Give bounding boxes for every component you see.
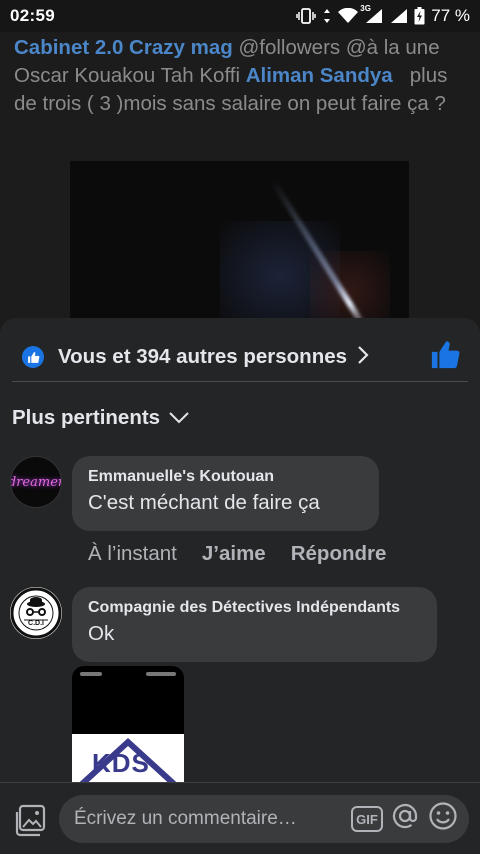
screenshot-status-bar (80, 672, 176, 678)
sort-label: Plus pertinents (12, 406, 161, 429)
post-mention-page[interactable]: Cabinet 2.0 Crazy mag (14, 36, 233, 59)
battery-percent: 77 % (431, 6, 470, 25)
network-type-label: 3G (360, 4, 371, 13)
vibrate-icon (296, 8, 316, 24)
composer-actions: GIF (351, 795, 459, 843)
comment-like-button[interactable]: J’aime (202, 542, 266, 566)
chevron-down-icon (169, 412, 189, 424)
reactions-summary[interactable]: Vous et 394 autres personnes (22, 340, 460, 374)
comment-text: Ok (88, 622, 115, 645)
like-reaction-icon (22, 346, 44, 368)
signal-3g-icon: 3G (360, 4, 384, 24)
divider (12, 381, 468, 382)
mention-icon[interactable] (389, 800, 421, 838)
reactions-count-text: Vous et 394 autres personnes (58, 345, 348, 368)
avatar[interactable]: dreamer (10, 456, 62, 508)
screen: 02:59 3G 77 % Cabinet 2.0 Crazy mag @fol… (0, 0, 480, 854)
comment-bubble[interactable]: Emmanuelle's Koutouan C'est méchant de f… (72, 456, 379, 531)
wifi-icon (338, 8, 359, 24)
post-image[interactable] (70, 161, 409, 331)
kds-logo-text: KDS (92, 748, 150, 778)
emoji-icon[interactable] (427, 800, 459, 838)
comment-bubble[interactable]: Compagnie des Détectives Indépendants Ok (72, 587, 437, 662)
sort-dropdown[interactable]: Plus pertinents (12, 406, 190, 430)
signal-icon (390, 8, 408, 24)
comment-actions: À l’instant J’aime Répondre (88, 542, 386, 566)
comment-author[interactable]: Emmanuelle's Koutouan (88, 466, 363, 488)
avatar-neon-text: dreamer (10, 474, 62, 490)
comment-text: C'est méchant de faire ça (88, 491, 320, 514)
chevron-right-icon (357, 345, 369, 370)
comment-composer: Écrivez un commentaire… GIF (0, 782, 480, 854)
avatar[interactable]: C.D.I (10, 587, 62, 639)
battery-charging-icon (414, 7, 425, 25)
comment-attachment-image[interactable]: KDS (72, 666, 184, 784)
comment-input[interactable]: Écrivez un commentaire… GIF (59, 795, 469, 843)
avatar-logo-text: C.D.I (28, 620, 44, 627)
status-time: 02:59 (10, 6, 55, 25)
status-bar: 02:59 3G 77 % (0, 0, 480, 32)
comment-author[interactable]: Compagnie des Détectives Indépendants (88, 597, 421, 619)
comment-input-placeholder: Écrivez un commentaire… (74, 808, 297, 829)
status-icons: 3G 77 % (296, 4, 470, 26)
data-transfer-icon (322, 8, 332, 24)
post-mention-user[interactable]: Aliman Sandya (246, 64, 393, 87)
gif-button[interactable]: GIF (351, 806, 383, 832)
photo-gallery-icon[interactable] (14, 803, 48, 842)
comments-sheet: Vous et 394 autres personnes Plus pertin… (0, 318, 480, 854)
comment-reply-button[interactable]: Répondre (291, 542, 387, 566)
detective-logo-icon (10, 587, 62, 639)
post-text: Cabinet 2.0 Crazy mag @followers @à la u… (14, 34, 469, 118)
comment-time: À l’instant (88, 542, 177, 565)
like-post-button[interactable] (430, 340, 460, 375)
